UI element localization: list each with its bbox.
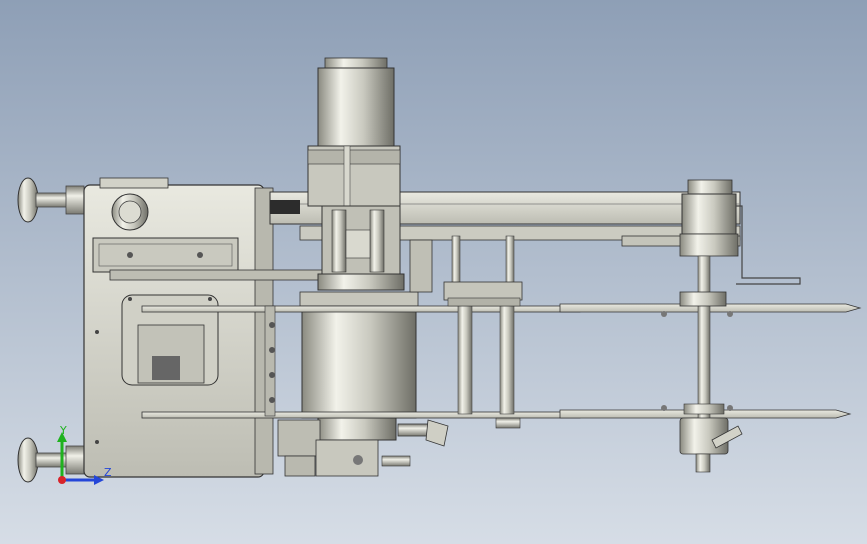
triad-x-origin bbox=[58, 476, 66, 484]
triad-z-label: Z bbox=[104, 466, 112, 479]
orientation-triad bbox=[57, 432, 104, 485]
knob-top-left bbox=[17, 177, 85, 223]
main-drum bbox=[277, 305, 449, 477]
triad-z-arrowhead bbox=[94, 475, 104, 485]
3d-viewport[interactable]: Y Z bbox=[0, 0, 867, 544]
guide-rods bbox=[443, 235, 523, 429]
triad-y-label: Y bbox=[60, 424, 67, 437]
right-spindle bbox=[661, 179, 801, 473]
vertical-cylinder bbox=[299, 57, 433, 307]
cad-model-assembly[interactable] bbox=[0, 0, 867, 544]
